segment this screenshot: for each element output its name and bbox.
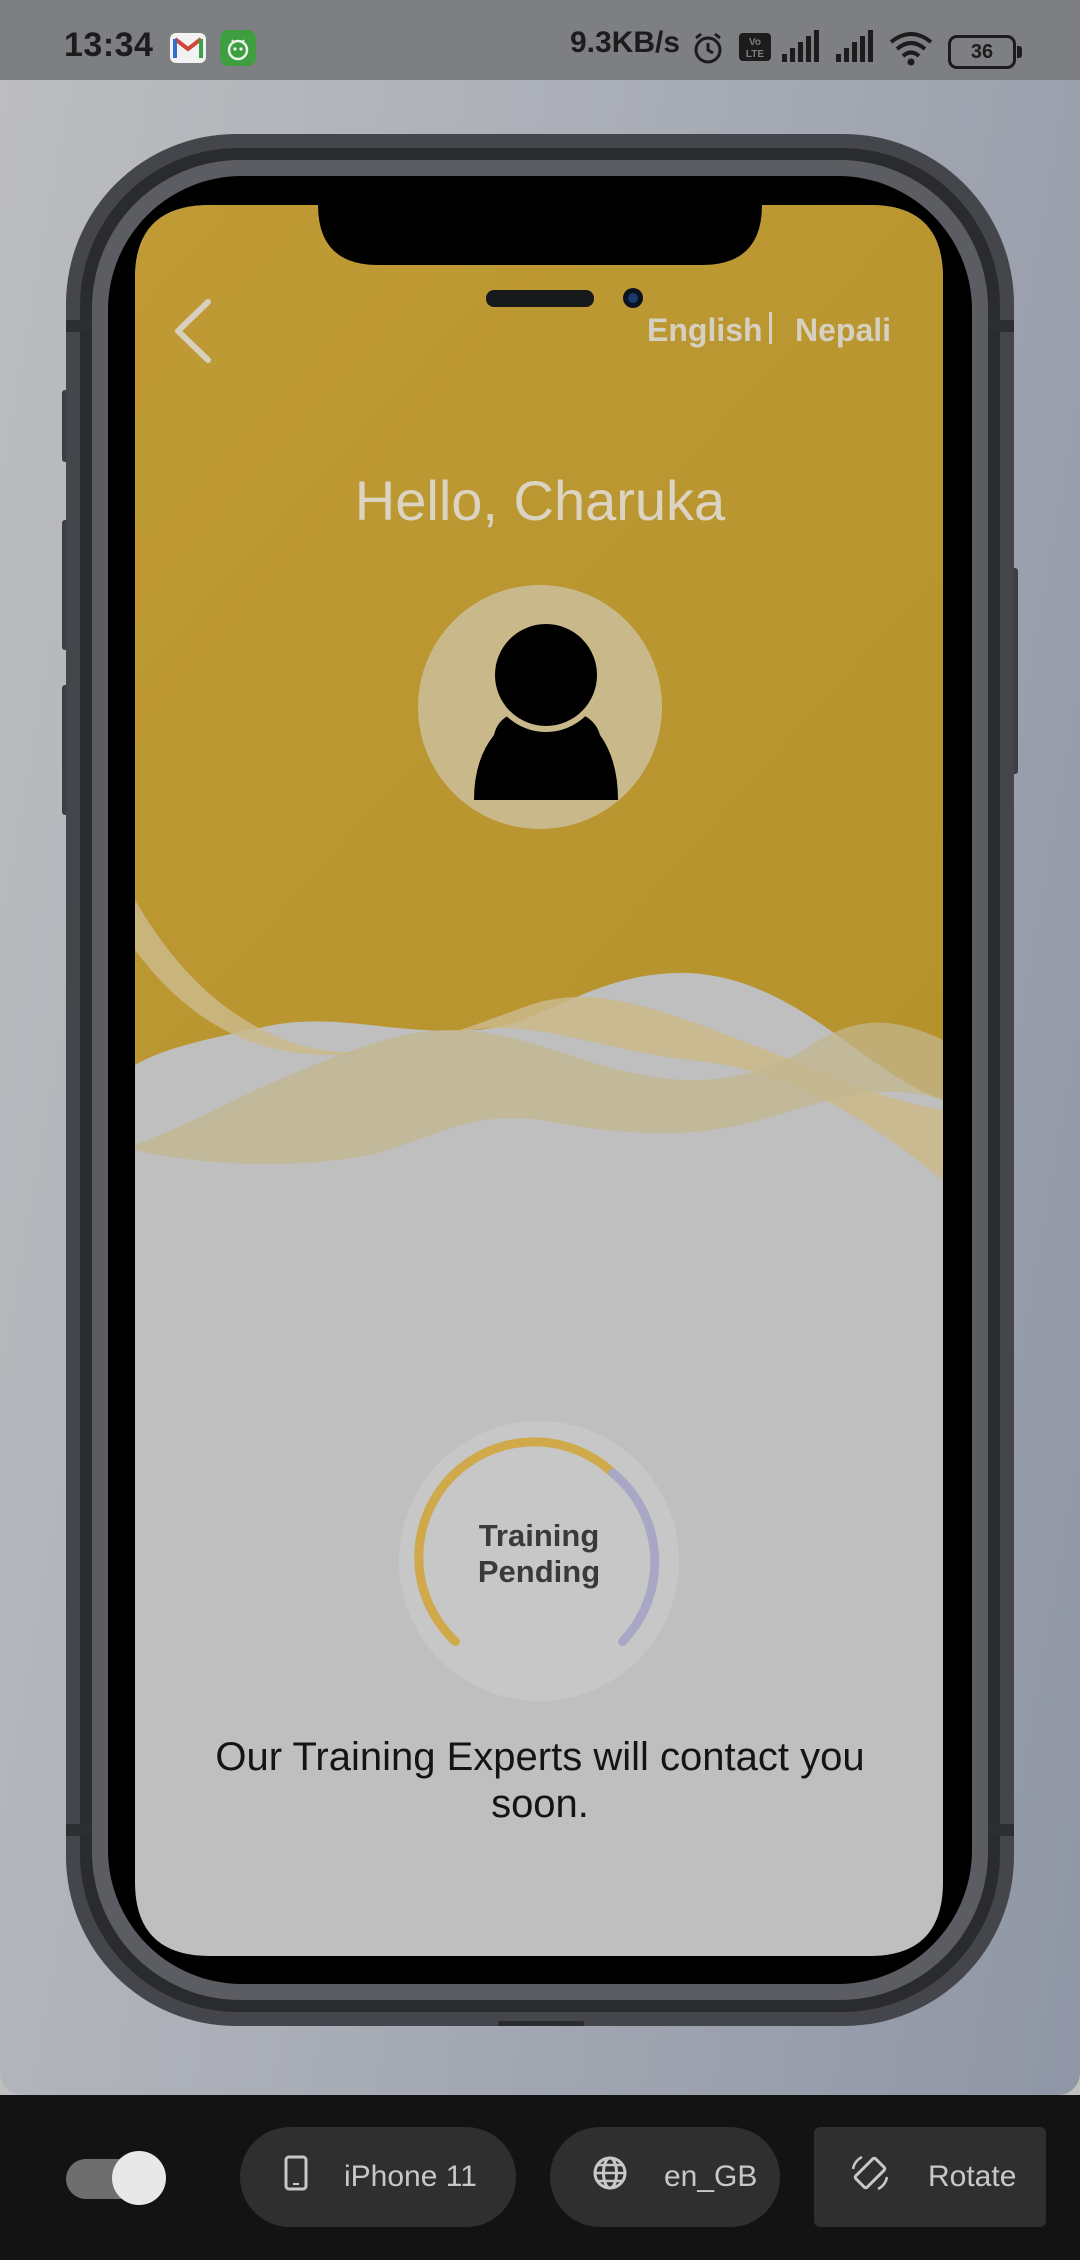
- toggle-knob: [112, 2151, 166, 2205]
- training-status-label: Training Pending: [396, 1518, 682, 1590]
- status-bar: 13:34 9.3KB/s Vo LTE 36: [0, 0, 1080, 80]
- device-frame-toggle[interactable]: [66, 2151, 170, 2205]
- language-english-link[interactable]: English: [647, 312, 763, 349]
- back-arrow-icon[interactable]: [168, 296, 218, 366]
- locale-selector-label: en_GB: [664, 2160, 758, 2193]
- preview-toolbar: iPhone 11 en_GB Rotate: [0, 2095, 1080, 2260]
- greeting-title: Hello, Charuka: [354, 469, 726, 532]
- rotate-button[interactable]: Rotate: [814, 2127, 1046, 2227]
- volte-icon: Vo LTE: [738, 32, 772, 67]
- rotate-button-label: Rotate: [928, 2160, 1017, 2193]
- svg-text:LTE: LTE: [746, 49, 764, 60]
- phone-icon: [284, 2155, 308, 2199]
- app-screen: English Nepali Hello, Charuka Training P…: [0, 80, 1080, 2095]
- battery-icon: 36: [948, 35, 1022, 69]
- signal-icon: [834, 30, 874, 69]
- alarm-icon: [690, 30, 726, 71]
- training-status-line1: Training: [478, 1518, 600, 1553]
- training-status-line2: Pending: [477, 1554, 601, 1589]
- wifi-icon: [888, 30, 934, 71]
- device-preview-area: English Nepali Hello, Charuka Training P…: [0, 80, 1080, 2095]
- device-selector-button[interactable]: iPhone 11: [240, 2127, 516, 2227]
- locale-selector-button[interactable]: en_GB: [550, 2127, 780, 2227]
- gmail-icon: [170, 33, 206, 63]
- signal-icon: [780, 30, 820, 69]
- globe-icon: [592, 2155, 628, 2199]
- network-speed: 9.3KB/s: [570, 26, 681, 59]
- status-time: 13:34: [64, 26, 154, 64]
- device-selector-label: iPhone 11: [344, 2160, 477, 2193]
- svg-text:Vo: Vo: [749, 37, 761, 48]
- language-nepali-link[interactable]: Nepali: [795, 312, 891, 349]
- contact-message: Our Training Experts will contact you so…: [215, 1735, 865, 1826]
- language-separator: [769, 312, 772, 344]
- user-avatar-icon[interactable]: [418, 585, 662, 829]
- rotate-screen-icon: [850, 2153, 890, 2201]
- android-app-icon: [220, 30, 256, 66]
